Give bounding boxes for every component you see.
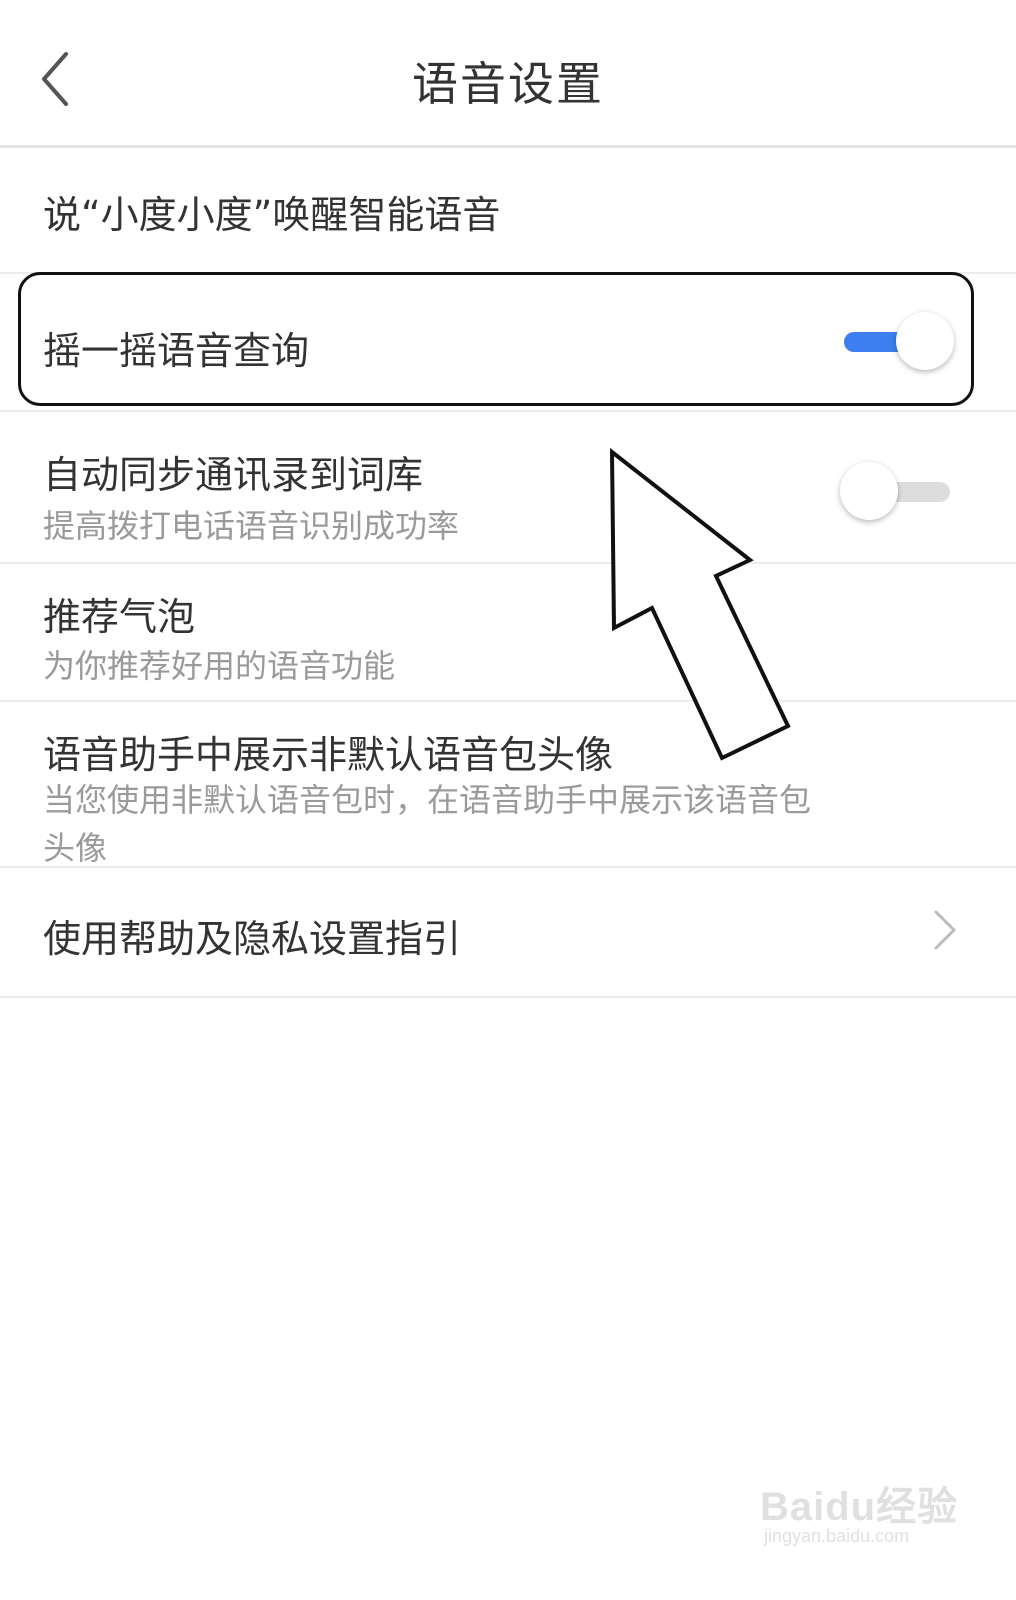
setting-show-avatar-subtitle: 当您使用非默认语音包时，在语音助手中展示该语音包头像 — [43, 781, 812, 867]
setting-help-privacy-title: 使用帮助及隐私设置指引 — [43, 917, 462, 961]
setting-shake-query[interactable]: 摇一摇语音查询 — [0, 274, 1016, 412]
top-bar: 语音设置 — [0, 0, 1016, 148]
watermark-brand: Baidu经验 — [760, 1485, 959, 1529]
toggle-knob — [840, 462, 898, 520]
setting-wake-word[interactable]: 说“小度小度”唤醒智能语音 — [0, 148, 1016, 274]
chevron-right-icon[interactable] — [928, 908, 960, 952]
setting-sync-contacts-subtitle: 提高拨打电话语音识别成功率 — [43, 507, 460, 545]
shake-query-toggle[interactable] — [840, 312, 956, 372]
page-title: 语音设置 — [412, 57, 604, 111]
setting-recommend-bubble-subtitle: 为你推荐好用的语音功能 — [43, 647, 396, 685]
setting-sync-contacts[interactable]: 自动同步通讯录到词库 提高拨打电话语音识别成功率 — [0, 412, 1016, 564]
sync-contacts-toggle[interactable] — [840, 462, 956, 522]
setting-show-avatar[interactable]: 语音助手中展示非默认语音包头像 当您使用非默认语音包时，在语音助手中展示该语音包… — [0, 702, 1016, 868]
setting-help-privacy[interactable]: 使用帮助及隐私设置指引 — [0, 868, 1016, 998]
setting-recommend-bubble-title: 推荐气泡 — [43, 595, 196, 639]
watermark-url: jingyan.baidu.com — [764, 1526, 910, 1546]
setting-show-avatar-title: 语音助手中展示非默认语音包头像 — [43, 733, 614, 777]
setting-recommend-bubble[interactable]: 推荐气泡 为你推荐好用的语音功能 — [0, 564, 1016, 702]
toggle-knob — [896, 312, 954, 370]
setting-sync-contacts-title: 自动同步通讯录到词库 — [43, 453, 424, 497]
setting-shake-query-title: 摇一摇语音查询 — [43, 329, 310, 373]
watermark: Baidu经验 jingyan.baidu.com — [760, 1462, 960, 1552]
setting-wake-word-title: 说“小度小度”唤醒智能语音 — [43, 193, 501, 237]
